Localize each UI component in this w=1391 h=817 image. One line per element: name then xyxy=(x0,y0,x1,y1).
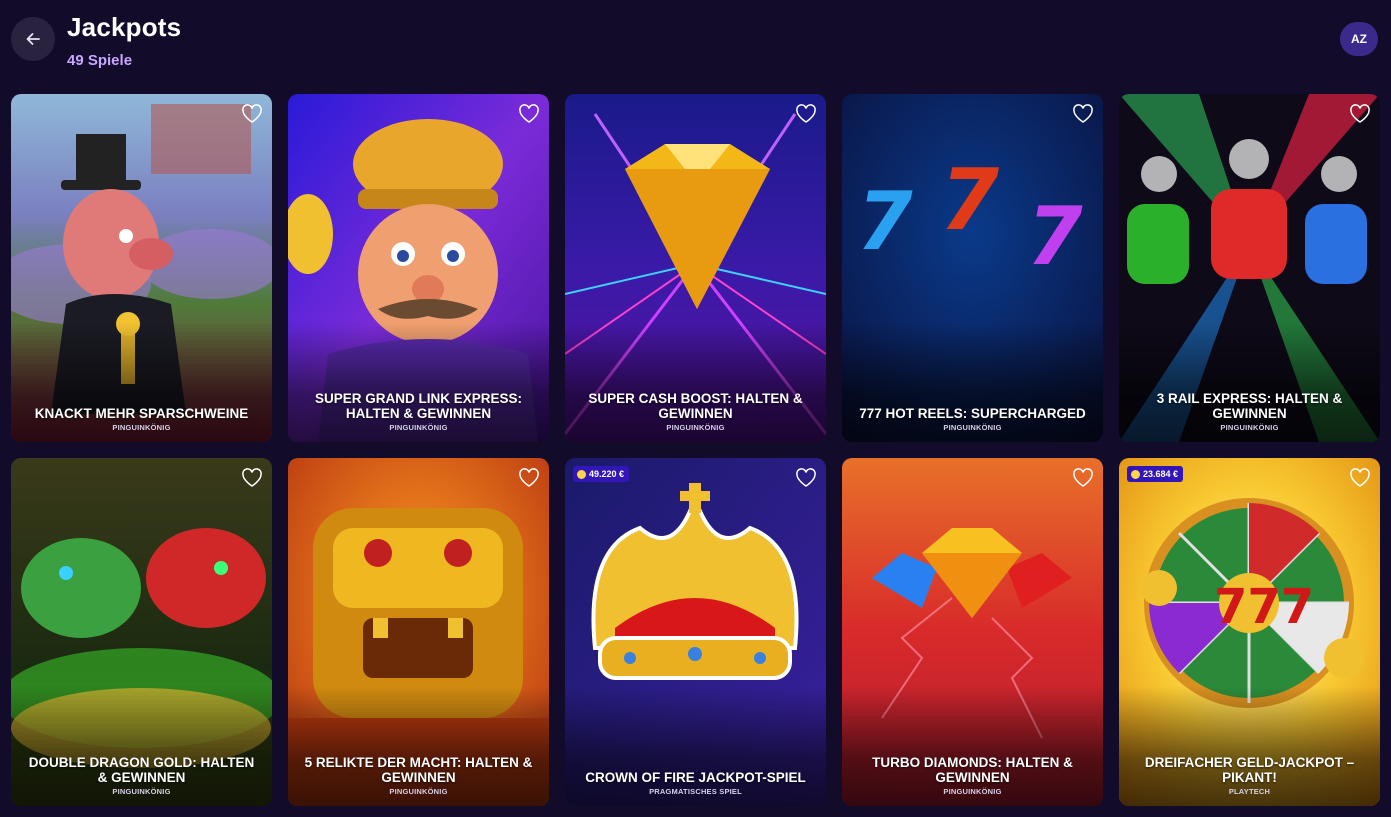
game-info: KNACKT MEHR SPARSCHWEINE PINGUINKÖNIG xyxy=(11,406,272,432)
game-info: 777 HOT REELS: SUPERCHARGED PINGUINKÖNIG xyxy=(842,406,1103,432)
game-title: 3 RAIL EXPRESS: HALTEN & GEWINNEN xyxy=(1156,391,1343,421)
game-provider: PINGUINKÖNIG xyxy=(112,423,171,432)
favorite-button[interactable] xyxy=(794,466,818,490)
games-grid: KNACKT MEHR SPARSCHWEINE PINGUINKÖNIG SU… xyxy=(11,94,1380,806)
game-card[interactable]: SUPER GRAND LINK EXPRESS: HALTEN & GEWIN… xyxy=(288,94,549,442)
heart-icon xyxy=(1073,104,1093,123)
jackpot-amount: 23.684 € xyxy=(1143,469,1179,479)
game-card[interactable]: 3 RAIL EXPRESS: HALTEN & GEWINNEN PINGUI… xyxy=(1119,94,1380,442)
jackpot-amount: 49.220 € xyxy=(589,469,625,479)
game-info: SUPER GRAND LINK EXPRESS: HALTEN & GEWIN… xyxy=(288,391,549,432)
game-provider: PINGUINKÖNIG xyxy=(112,787,171,796)
heart-icon xyxy=(1350,104,1370,123)
game-info: SUPER CASH BOOST: HALTEN & GEWINNEN PING… xyxy=(565,391,826,432)
heart-icon xyxy=(1073,468,1093,487)
favorite-button[interactable] xyxy=(240,466,264,490)
game-title: SUPER GRAND LINK EXPRESS: HALTEN & GEWIN… xyxy=(314,391,523,421)
game-info: CROWN OF FIRE JACKPOT-SPIEL PRAGMATISCHE… xyxy=(565,770,826,796)
svg-text:777: 777 xyxy=(1214,579,1314,635)
heart-icon xyxy=(796,104,816,123)
game-info: 3 RAIL EXPRESS: HALTEN & GEWINNEN PINGUI… xyxy=(1119,391,1380,432)
game-info: TURBO DIAMONDS: HALTEN & GEWINNEN PINGUI… xyxy=(842,755,1103,796)
arrow-left-icon xyxy=(26,33,40,45)
game-card[interactable]: 49.220 € CROWN OF FIRE JACKPOT-SPIEL PRA… xyxy=(565,458,826,806)
heart-icon xyxy=(1350,468,1370,487)
game-card[interactable]: 777 23.684 € DREIFACHER GELD-JACKPOT – P… xyxy=(1119,458,1380,806)
favorite-button[interactable] xyxy=(1071,466,1095,490)
jackpot-badge: 49.220 € xyxy=(573,466,630,482)
game-title: KNACKT MEHR SPARSCHWEINE xyxy=(34,406,249,421)
game-title: CROWN OF FIRE JACKPOT-SPIEL xyxy=(585,770,806,785)
game-provider: PRAGMATISCHES SPIEL xyxy=(649,787,742,796)
game-title: DREIFACHER GELD-JACKPOT – PIKANT! xyxy=(1144,755,1355,785)
games-count: 49 Spiele xyxy=(67,52,133,69)
svg-text:7: 7 xyxy=(857,175,913,268)
game-provider: PINGUINKÖNIG xyxy=(666,423,725,432)
page-header: Jackpots 49 Spiele AZ xyxy=(0,0,1391,90)
game-provider: PLAYTECH xyxy=(1228,787,1271,796)
back-button[interactable] xyxy=(11,17,55,61)
heart-icon xyxy=(242,468,262,487)
favorite-button[interactable] xyxy=(1348,466,1372,490)
game-title: DOUBLE DRAGON GOLD: HALTEN & GEWINNEN xyxy=(28,755,255,785)
game-title: 777 HOT REELS: SUPERCHARGED xyxy=(859,406,1086,421)
game-card[interactable]: DOUBLE DRAGON GOLD: HALTEN & GEWINNEN PI… xyxy=(11,458,272,806)
game-provider: PINGUINKÖNIG xyxy=(389,423,448,432)
favorite-button[interactable] xyxy=(1348,102,1372,126)
favorite-button[interactable] xyxy=(1071,102,1095,126)
game-provider: PINGUINKÖNIG xyxy=(943,787,1002,796)
game-card[interactable]: 7 7 7 777 HOT REELS: SUPERCHARGED PINGUI… xyxy=(842,94,1103,442)
game-provider: PINGUINKÖNIG xyxy=(1220,423,1279,432)
game-card[interactable]: KNACKT MEHR SPARSCHWEINE PINGUINKÖNIG xyxy=(11,94,272,442)
favorite-button[interactable] xyxy=(517,102,541,126)
favorite-button[interactable] xyxy=(240,102,264,126)
favorite-button[interactable] xyxy=(794,102,818,126)
heart-icon xyxy=(796,468,816,487)
sort-az-button[interactable]: AZ xyxy=(1340,22,1378,56)
heart-icon xyxy=(519,468,539,487)
game-provider: PINGUINKÖNIG xyxy=(389,787,448,796)
svg-text:7: 7 xyxy=(1027,190,1083,283)
svg-text:7: 7 xyxy=(940,151,999,250)
game-card[interactable]: 5 RELIKTE DER MACHT: HALTEN & GEWINNEN P… xyxy=(288,458,549,806)
game-provider: PINGUINKÖNIG xyxy=(943,423,1002,432)
game-info: 5 RELIKTE DER MACHT: HALTEN & GEWINNEN P… xyxy=(288,755,549,796)
game-info: DOUBLE DRAGON GOLD: HALTEN & GEWINNEN PI… xyxy=(11,755,272,796)
page-title: Jackpots xyxy=(67,12,182,42)
game-info: DREIFACHER GELD-JACKPOT – PIKANT! PLAYTE… xyxy=(1119,755,1380,796)
favorite-button[interactable] xyxy=(517,466,541,490)
game-title: TURBO DIAMONDS: HALTEN & GEWINNEN xyxy=(872,755,1073,785)
heart-icon xyxy=(519,104,539,123)
coin-icon xyxy=(1131,469,1140,479)
jackpot-badge: 23.684 € xyxy=(1127,466,1184,482)
heart-icon xyxy=(242,104,262,123)
game-card[interactable]: SUPER CASH BOOST: HALTEN & GEWINNEN PING… xyxy=(565,94,826,442)
game-title: 5 RELIKTE DER MACHT: HALTEN & GEWINNEN xyxy=(304,755,533,785)
game-card[interactable]: TURBO DIAMONDS: HALTEN & GEWINNEN PINGUI… xyxy=(842,458,1103,806)
game-title: SUPER CASH BOOST: HALTEN & GEWINNEN xyxy=(588,391,803,421)
coin-icon xyxy=(577,469,586,479)
